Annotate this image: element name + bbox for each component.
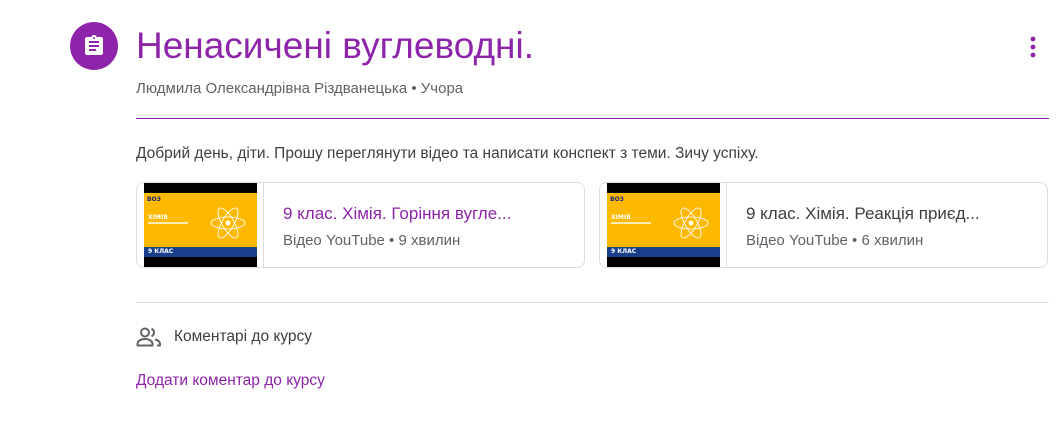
thumbnail-grade: 9 КЛАС (148, 248, 174, 255)
atom-icon (673, 207, 709, 239)
meta-separator: • (407, 80, 421, 97)
thumbnail-logo: ВОЗ (610, 196, 624, 203)
thumbnail-subject: ХІМІЯ (148, 214, 168, 221)
meta-separator: • (384, 232, 399, 249)
attachment-subtitle: Відео YouTube • 9 хвилин (283, 231, 573, 251)
post-date: Учора (420, 80, 464, 97)
assignment-description: Добрий день, діти. Прошу переглянути від… (136, 145, 759, 162)
attachment-duration: 6 хвилин (861, 232, 924, 249)
attachment-subtitle: Відео YouTube • 6 хвилин (746, 231, 1036, 251)
comments-divider (136, 302, 1049, 303)
attachment-card[interactable]: ВОЗ ХІМІЯ 9 КЛАС 9 клас. Хімія. Горіння … (136, 182, 585, 268)
attachment-title[interactable]: 9 клас. Хімія. Реакція приєд... (746, 202, 1036, 226)
more-options-button[interactable] (1016, 30, 1050, 64)
page-title: Ненасичені вуглеводні. (136, 25, 534, 66)
class-comments-header: Коментарі до курсу (136, 325, 312, 349)
header-divider (136, 118, 1049, 119)
video-thumbnail: ВОЗ ХІМІЯ 9 КЛАС (600, 183, 727, 267)
thumbnail-grade: 9 КЛАС (611, 248, 637, 255)
class-comments-label: Коментарі до курсу (174, 328, 313, 345)
post-meta: Людмила Олександрівна Різдванецька • Учо… (136, 79, 463, 99)
attachment-source: Відео YouTube (283, 232, 385, 249)
atom-icon (210, 207, 246, 239)
video-thumbnail: ВОЗ ХІМІЯ 9 КЛАС (137, 183, 264, 267)
people-icon (136, 327, 161, 347)
author-name: Людмила Олександрівна Різдванецька (136, 80, 408, 97)
attachment-source: Відео YouTube (746, 232, 848, 249)
attachment-card[interactable]: ВОЗ ХІМІЯ 9 КЛАС 9 клас. Хімія. Реакція … (599, 182, 1048, 268)
attachment-duration: 9 хвилин (398, 232, 461, 249)
more-vert-icon (1030, 36, 1036, 58)
add-class-comment-link[interactable]: Додати коментар до курсу (136, 370, 325, 392)
thumbnail-subject: ХІМІЯ (611, 214, 631, 221)
meta-separator: • (847, 232, 862, 249)
attachment-title[interactable]: 9 клас. Хімія. Горіння вугле... (283, 202, 573, 226)
thumbnail-logo: ВОЗ (147, 196, 161, 203)
assignment-icon (70, 22, 118, 70)
